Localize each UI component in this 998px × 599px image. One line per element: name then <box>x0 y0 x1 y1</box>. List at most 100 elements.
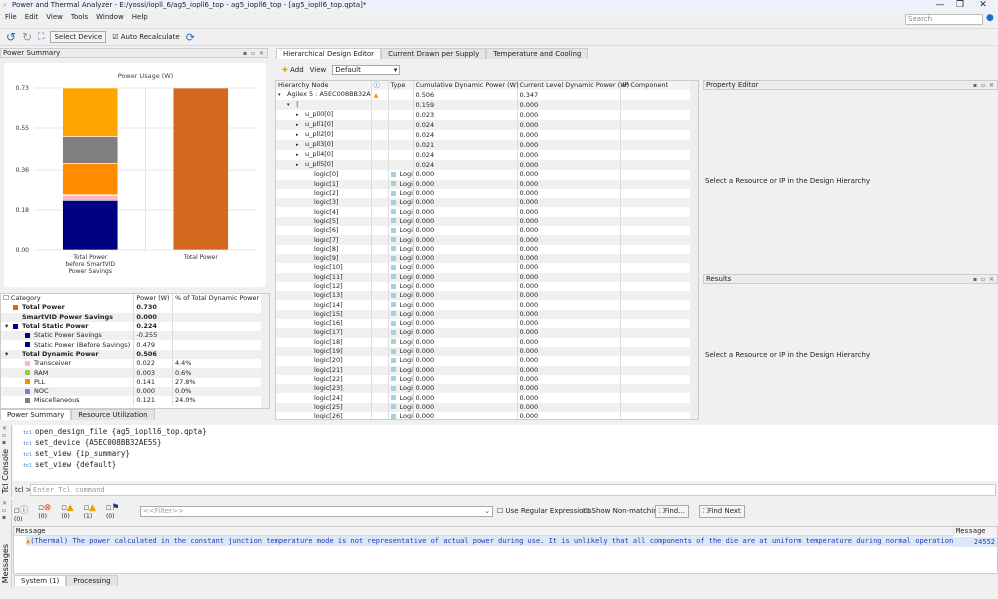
hierarchy-row[interactable]: logic[21] Logi 0.000 0.000 <box>276 365 692 375</box>
bar-segment-total-power[interactable] <box>172 87 229 251</box>
search-input[interactable]: Search <box>905 14 983 25</box>
tab-system-1-[interactable]: System (1) <box>14 575 67 586</box>
expand-icon[interactable]: ▾ <box>287 101 296 110</box>
table-row[interactable]: SmartVID Power Savings 0.000 <box>1 312 264 322</box>
expand-icon[interactable]: ▸ <box>296 131 305 140</box>
col-category[interactable]: ☐ Category <box>1 294 135 304</box>
binoculars-icon[interactable]: ⛶ <box>38 32 44 42</box>
expand-icon[interactable]: ▸ <box>296 121 305 130</box>
expand-icon[interactable]: ▾ <box>5 350 13 359</box>
hierarchy-row[interactable]: logic[25] Logi 0.000 0.000 <box>276 402 692 413</box>
regex-checkbox[interactable]: ☐ Use Regular Expressions <box>497 507 592 515</box>
filter-checkbox[interactable]: ☐⚑ <box>106 503 119 513</box>
hierarchy-row[interactable]: logic[26] Logi 0.000 0.000 <box>276 412 692 419</box>
col-info[interactable]: ⓘ <box>371 81 389 91</box>
col-hierarchy-node[interactable]: Hierarchy Node <box>276 81 372 91</box>
hierarchy-row[interactable]: logic[0] Logi 0.000 0.000 <box>276 170 692 180</box>
filter-checkbox[interactable]: ☐▲ <box>84 503 96 513</box>
table-row[interactable]: PLL 0.141 27.8% <box>1 377 264 387</box>
undo-icon[interactable]: ↺ <box>6 30 16 44</box>
panel-buttons[interactable]: ▪ ▫ ✕ <box>973 275 995 284</box>
scrollbar[interactable] <box>690 81 698 419</box>
filter-info[interactable]: ☐ⓘ (0) <box>14 503 28 523</box>
table-row[interactable]: Static Power Savings -0.255 <box>1 331 264 341</box>
hierarchy-row[interactable]: ▸ u_pll2[0] 0.024 0.000 <box>276 130 692 141</box>
table-row[interactable]: RAM 0.003 0.6% <box>1 368 264 378</box>
hierarchy-row[interactable]: logic[20] Logi 0.000 0.000 <box>276 356 692 366</box>
filter-checkbox[interactable]: ☐ⓘ <box>14 503 28 516</box>
hierarchy-row[interactable]: ▾ Agilex 5 : A5EC008BB32A ▲ 0.506 0.347 <box>276 90 692 101</box>
col-message-id[interactable]: Message ID <box>953 527 997 544</box>
hierarchy-row[interactable]: logic[4] Logi 0.000 0.000 <box>276 207 692 217</box>
hierarchy-row[interactable]: logic[12] Logi 0.000 0.000 <box>276 281 692 292</box>
col-type[interactable]: Type <box>388 81 414 91</box>
bar-segment-transceiver[interactable] <box>62 195 119 201</box>
tab-power-summary[interactable]: Power Summary <box>0 409 72 420</box>
filter-checkbox[interactable]: ☐▲ <box>61 503 73 513</box>
globe-icon[interactable]: ● <box>986 13 994 23</box>
hierarchy-row[interactable]: logic[19] Logi 0.000 0.000 <box>276 346 692 357</box>
find-next-button[interactable]: ⛶Find Next <box>699 505 745 518</box>
hierarchy-row[interactable]: logic[14] Logi 0.000 0.000 <box>276 300 692 310</box>
panel-buttons[interactable]: ✕ ▫ ▪ <box>0 425 11 446</box>
filter-warning[interactable]: ☐▲ (1) <box>84 503 96 523</box>
redo-icon[interactable]: ↻ <box>22 30 32 44</box>
expand-icon[interactable]: ▸ <box>296 111 305 120</box>
hierarchy-row[interactable]: logic[5] Logi 0.000 0.000 <box>276 216 692 227</box>
col-ip-component[interactable]: IP Component <box>620 81 692 91</box>
filter-checkbox[interactable]: ☐⊗ <box>38 503 51 513</box>
hierarchy-row[interactable]: logic[9] Logi 0.000 0.000 <box>276 253 692 264</box>
select-device-button[interactable]: Select Device <box>50 31 107 43</box>
add-button[interactable]: ✚ Add <box>282 66 304 74</box>
table-row[interactable]: Static Power (Before Savings) 0.479 <box>1 340 264 350</box>
tab-hierarchical-design-editor[interactable]: Hierarchical Design Editor <box>276 48 382 59</box>
table-row[interactable]: Miscellaneous 0.121 24.0% <box>1 396 264 406</box>
hierarchy-row[interactable]: ▸ u_pll3[0] 0.021 0.000 <box>276 140 692 151</box>
expand-icon[interactable]: ▾ <box>5 322 13 331</box>
view-select[interactable]: Default ▾ <box>332 65 401 75</box>
menu-window[interactable]: Window <box>96 11 124 23</box>
hierarchy-row[interactable]: logic[3] Logi 0.000 0.000 <box>276 198 692 208</box>
panel-buttons[interactable]: ▪ ▫ ✕ <box>973 81 995 90</box>
bar-segment-other[interactable] <box>62 87 119 137</box>
scrollbar[interactable] <box>261 294 269 408</box>
col-cumulative[interactable]: Cumulative Dynamic Power (W) <box>413 81 519 91</box>
filter-input[interactable]: <<Filter>> ⌄ <box>140 506 493 517</box>
table-row[interactable]: ▾ Total Dynamic Power 0.506 <box>1 349 264 360</box>
filter-flag[interactable]: ☐⚑ (0) <box>106 503 119 523</box>
hierarchy-row[interactable]: logic[11] Logi 0.000 0.000 <box>276 272 692 282</box>
hierarchy-row[interactable]: ▸ u_pll0[0] 0.023 0.000 <box>276 110 692 121</box>
tcl-command-input[interactable]: Enter Tcl command <box>30 484 996 496</box>
non-matching-checkbox[interactable]: ☐ Show Non-matching <box>583 507 662 515</box>
menu-file[interactable]: File <box>5 11 17 23</box>
col-current-level[interactable]: Current Level Dynamic Power (W) <box>517 81 629 91</box>
hierarchy-row[interactable]: logic[2] Logi 0.000 0.000 <box>276 188 692 199</box>
hierarchy-row[interactable]: logic[7] Logi 0.000 0.000 <box>276 235 692 245</box>
tab-temperature-and-cooling[interactable]: Temperature and Cooling <box>486 48 589 59</box>
hierarchy-row[interactable]: logic[13] Logi 0.000 0.000 <box>276 291 692 301</box>
hierarchy-row[interactable]: logic[22] Logi 0.000 0.000 <box>276 374 692 385</box>
table-row[interactable]: Transceiver 0.022 4.4% <box>1 359 264 369</box>
tab-current-drawn-per-supply[interactable]: Current Drawn per Supply <box>381 48 487 59</box>
menu-tools[interactable]: Tools <box>71 11 88 23</box>
hierarchy-row[interactable]: logic[17] Logi 0.000 0.000 <box>276 328 692 338</box>
expand-icon[interactable]: ▾ <box>278 91 287 100</box>
expand-icon[interactable]: ▸ <box>296 151 305 160</box>
hierarchy-row[interactable]: logic[16] Logi 0.000 0.000 <box>276 319 692 329</box>
bar-segment-pll[interactable] <box>62 163 119 196</box>
auto-recalculate-checkbox[interactable]: ☑ Auto Recalculate <box>112 33 180 41</box>
find-button[interactable]: ⛶Find... <box>655 505 689 518</box>
panel-buttons[interactable]: ✕ ▫ ▪ <box>0 500 11 521</box>
menu-edit[interactable]: Edit <box>25 11 39 23</box>
hierarchy-row[interactable]: logic[24] Logi 0.000 0.000 <box>276 393 692 403</box>
col-message[interactable]: Message <box>14 527 997 536</box>
col-pct[interactable]: % of Total Dynamic Power <box>172 294 264 304</box>
expand-icon[interactable]: ▸ <box>296 141 305 150</box>
message-row[interactable]: ▲(Thermal) The power calculated in the c… <box>26 536 953 546</box>
hierarchy-row[interactable]: logic[18] Logi 0.000 0.000 <box>276 337 692 347</box>
hierarchy-row[interactable]: logic[6] Logi 0.000 0.000 <box>276 226 692 236</box>
panel-buttons[interactable]: ▪ ▫ ✕ <box>243 49 265 58</box>
tab-processing[interactable]: Processing <box>66 575 118 586</box>
tab-resource-utilization[interactable]: Resource Utilization <box>71 409 155 420</box>
table-row[interactable]: NOC 0.000 0.0% <box>1 386 264 397</box>
